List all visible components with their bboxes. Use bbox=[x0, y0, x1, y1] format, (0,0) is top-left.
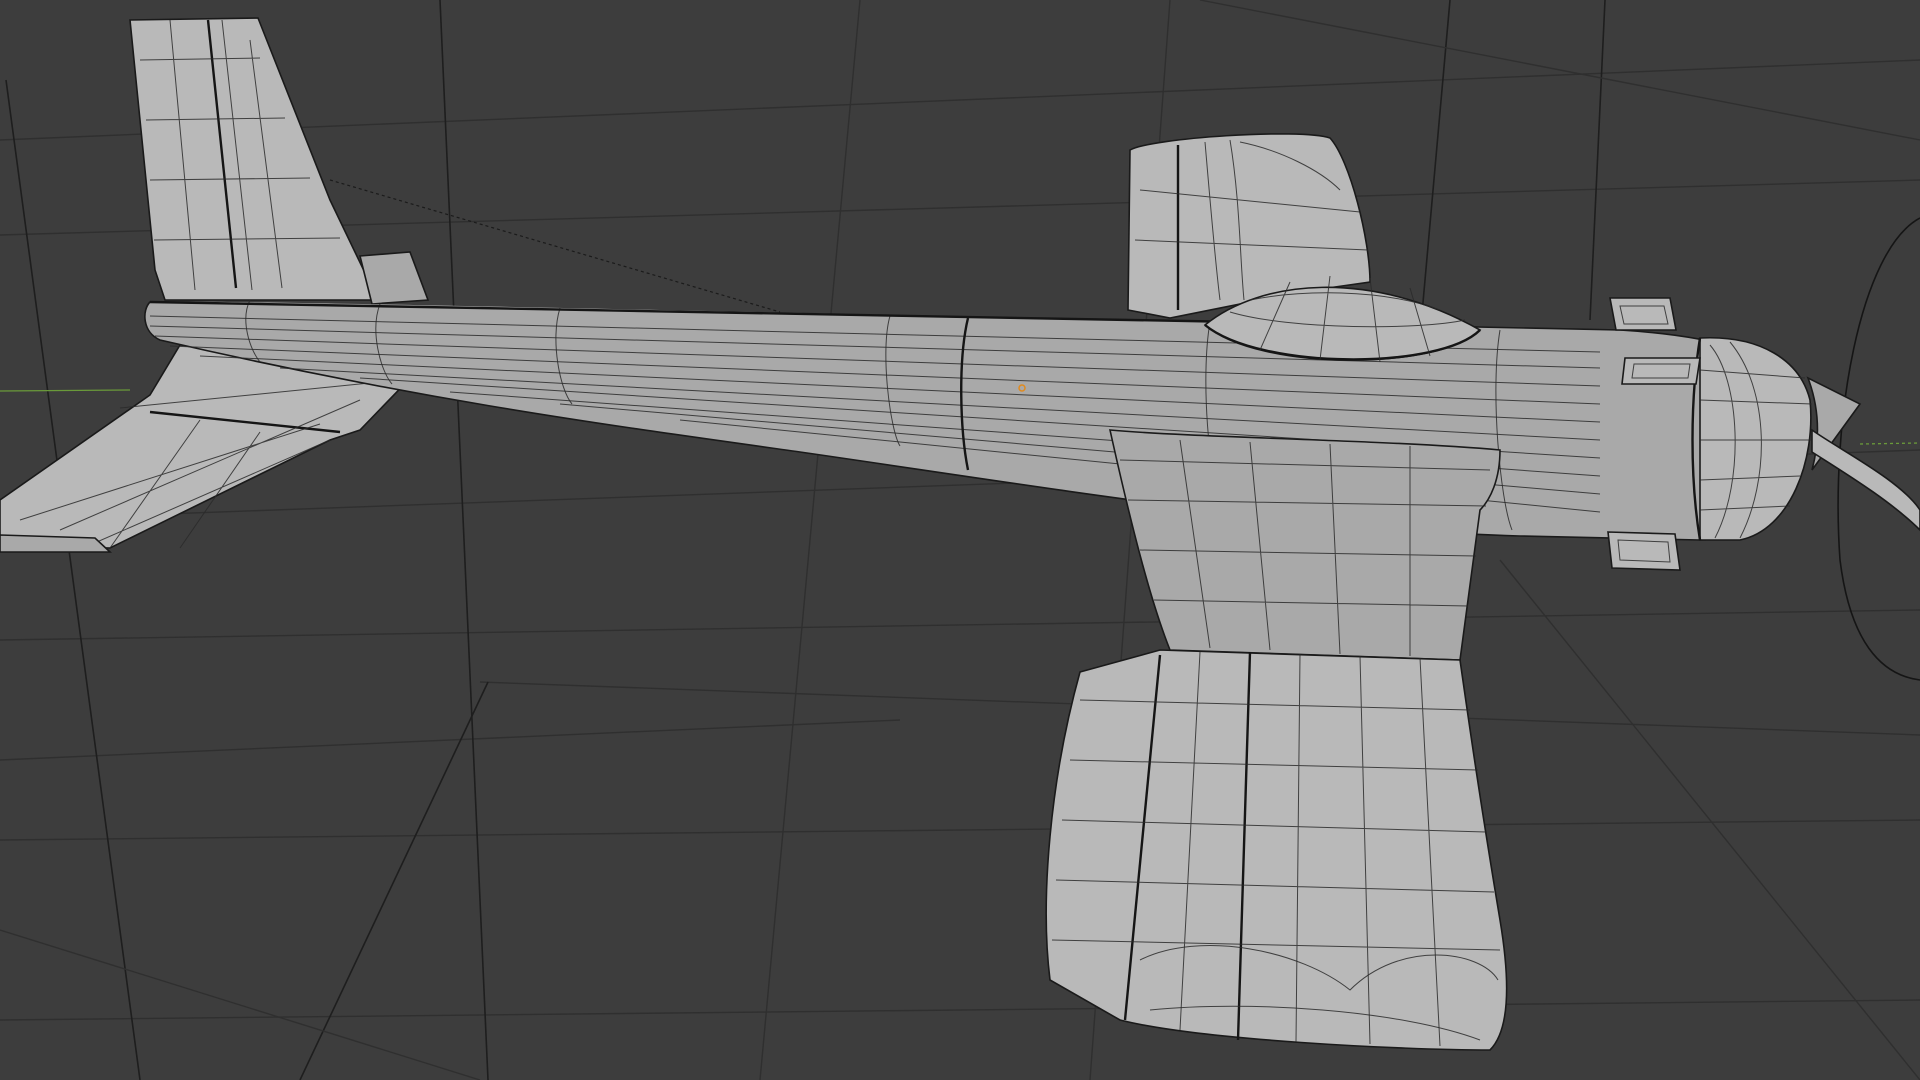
x-axis-line-right bbox=[1859, 442, 1920, 445]
airplane-mesh[interactable] bbox=[0, 17, 1920, 1051]
propeller-blade[interactable] bbox=[1811, 428, 1920, 532]
x-axis-line bbox=[0, 389, 131, 392]
3d-viewport[interactable] bbox=[0, 0, 1920, 1080]
exhaust-bracket-mid[interactable] bbox=[1621, 357, 1701, 385]
viewport-canvas[interactable] bbox=[0, 0, 1920, 1080]
fuselage[interactable] bbox=[144, 300, 1801, 541]
tail-fin-notch bbox=[358, 251, 430, 305]
vertical-tail-fin[interactable] bbox=[129, 17, 380, 301]
